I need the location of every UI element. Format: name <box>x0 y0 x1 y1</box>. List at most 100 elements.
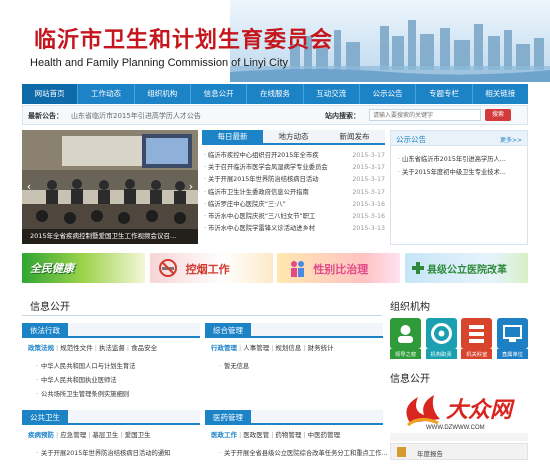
list-item[interactable]: 关于开展2015年世界防治结核病日活动的通知 <box>36 447 170 461</box>
panel-tab[interactable]: 公共卫生 <box>22 410 68 425</box>
subnav-item[interactable]: 财务统计 <box>308 344 334 352</box>
org-link-label: 领导之窗 <box>394 352 417 358</box>
announcement-more-link[interactable]: 更多>> <box>500 135 522 144</box>
list-item[interactable]: 中华人民共和国人口与计划生育法 <box>36 360 135 374</box>
announcement-title: 公示公告 <box>396 135 426 144</box>
document-icon <box>397 447 406 457</box>
panel-header: 依法行政 <box>22 323 200 338</box>
list-item[interactable]: 关于召开临沂市医学会风湿病学专业委员会 2015-3-17 <box>204 162 385 174</box>
list-item[interactable]: 临沂市疾控中心组织召开2015年全市疾 2015-3-17 <box>204 150 385 162</box>
annual-report-label: 年度报告 <box>417 450 443 458</box>
search-button[interactable]: 搜索 <box>485 109 511 121</box>
search-input[interactable] <box>369 109 481 121</box>
news-title[interactable]: 临沂市疾控中心组织召开2015年全市疾 <box>204 150 338 162</box>
subnav-item[interactable]: 行政管理 <box>211 344 237 352</box>
nav-item-organization[interactable]: 组织机构 <box>135 84 191 104</box>
org-link-label: 机构职责 <box>430 352 452 358</box>
org-link-leaders[interactable]: 领导之窗 <box>390 318 421 360</box>
panel-tab[interactable]: 依法行政 <box>22 323 68 338</box>
photo-prev-arrow-icon[interactable]: ‹ <box>24 180 34 194</box>
nav-item-work-news[interactable]: 工作动态 <box>78 84 135 104</box>
subnav-item[interactable]: 医政医管 <box>243 431 269 439</box>
photo-caption[interactable]: 2015年全省疾病控制暨爱国卫生工作视频会议召... <box>22 229 198 244</box>
panel-header: 综合管理 <box>205 323 383 338</box>
site-subtitle: Health and Family Planning Commission of… <box>30 57 288 69</box>
nav-item-info-public[interactable]: 信息公开 <box>191 84 248 104</box>
panel-medicine-mgmt: 医药管理 医政工作|医政医管|药物管理|中医药管理 关于开展全省县级公立医院综合… <box>205 410 387 464</box>
panel-public-health: 公共卫生 疾病预防|应急管理|基层卫生|爱国卫生 关于开展2015年世界防治结核… <box>22 410 200 464</box>
nav-item-online-service[interactable]: 在线服务 <box>247 84 304 104</box>
dzwww-url: WWW.DZWWW.COM <box>426 425 485 431</box>
subnav-item[interactable]: 执法监督 <box>99 344 125 352</box>
subnav-item[interactable]: 爱国卫生 <box>125 431 151 439</box>
panel-subnav: 医政工作 | 医政医管 | 药物管理 | 中医药管理 <box>211 431 341 439</box>
spacer-box <box>390 433 528 441</box>
duties-icon <box>425 318 457 349</box>
list-item[interactable]: 关于开展2015年世界防治结核病日活动 2015-3-17 <box>204 174 385 186</box>
list-item[interactable]: 关于2015年度初中级卫生专业技术... <box>398 166 524 179</box>
list-item[interactable]: 中华人民共和国执业医师法 <box>36 374 135 388</box>
leaders-icon <box>390 318 421 349</box>
banner-national-health[interactable]: 全民健康 <box>22 253 145 283</box>
news-list: 临沂市疾控中心组织召开2015年全市疾 2015-3-17 关于召开临沂市医学会风… <box>204 150 385 235</box>
org-quick-links: 领导之窗 机构职责 机关科室 直属单位 <box>390 318 528 360</box>
panel-tab[interactable]: 医药管理 <box>205 410 251 425</box>
panel-header: 公共卫生 <box>22 410 200 425</box>
news-title[interactable]: 关于开展2015年世界防治结核病日活动 <box>204 174 338 186</box>
tab-daily-latest[interactable]: 每日最新 <box>202 130 263 143</box>
annual-report-link[interactable]: 年度报告 <box>390 443 528 460</box>
list-item[interactable]: 市沂水中心医院庆祝“三八妇女节”职工 2015-3-16 <box>204 211 385 223</box>
news-title[interactable]: 市沂水中心医院庆祝“三八妇女节”职工 <box>204 211 338 223</box>
tab-press-release[interactable]: 新闻发布 <box>324 130 385 143</box>
banner-gender-ratio[interactable]: 性别比治理 <box>277 253 401 283</box>
photo-next-arrow-icon[interactable]: › <box>186 180 196 194</box>
subnav-item[interactable]: 基层卫生 <box>92 431 118 439</box>
subnav-item[interactable]: 应急管理 <box>60 431 86 439</box>
panel-tab[interactable]: 综合管理 <box>205 323 251 338</box>
subnav-item[interactable]: 食品安全 <box>131 344 157 352</box>
org-link-departments[interactable]: 机关科室 <box>461 318 493 360</box>
banner-label: 性别比治理 <box>313 263 369 276</box>
banner-county-hospital-reform[interactable]: 县级公立医院改革 <box>404 253 528 283</box>
subnav-item[interactable]: 疾病预防 <box>28 431 54 439</box>
list-item[interactable]: 山东省临沂市2015年引进高学历人... <box>398 153 524 166</box>
news-date: 2015-3-17 <box>352 152 385 159</box>
latest-notice-link[interactable]: 山东省临沂市2015年引进高学历人才公告 <box>71 111 201 121</box>
nav-item-topics[interactable]: 专题专栏 <box>416 84 473 104</box>
list-item[interactable]: 临沂罗庄中心医院庆“三·八” 2015-3-16 <box>204 199 385 211</box>
subnav-item[interactable]: 人事管理 <box>243 344 269 352</box>
nav-item-home[interactable]: 网站首页 <box>22 84 79 104</box>
nav-item-interaction[interactable]: 互动交流 <box>304 84 360 104</box>
info-public-side-title: 信息公开 <box>390 374 430 385</box>
subnav-item[interactable]: 中医药管理 <box>308 431 341 439</box>
announcement-list: 山东省临沂市2015年引进高学历人... 关于2015年度初中级卫生专业技术..… <box>398 153 524 179</box>
news-date: 2015-3-17 <box>352 164 385 172</box>
org-link-duties[interactable]: 机构职责 <box>425 318 457 360</box>
banner-tobacco-control[interactable]: 控烟工作 <box>149 253 273 283</box>
section-title: 信息公开 <box>30 302 70 313</box>
site-title: 临沂市卫生和计划生育委员会 <box>34 28 334 53</box>
subnav-item[interactable]: 规划信息 <box>275 344 301 352</box>
news-photo-slider[interactable]: ‹ › 2015年全省疾病控制暨爱国卫生工作视频会议召... <box>22 130 198 244</box>
list-item[interactable]: 关于开展全省县级公立医院综合改革任务分工和重点工作... <box>219 447 387 461</box>
subnav-item[interactable]: 医政工作 <box>211 431 237 439</box>
subnav-item[interactable]: 规范性文件 <box>60 344 93 352</box>
nav-item-links[interactable]: 相关链接 <box>473 84 528 104</box>
news-title[interactable]: 临沂市卫生计生委政府信息公开指南 <box>204 187 338 199</box>
list-item[interactable]: 公共场所卫生管理条例实施细则 <box>36 388 135 402</box>
nav-item-notices[interactable]: 公示公告 <box>360 84 417 104</box>
family-icon <box>291 261 305 277</box>
news-title[interactable]: 临沂罗庄中心医院庆“三·八” <box>204 199 338 211</box>
news-date: 2015-3-13 <box>352 225 385 233</box>
panel-subnav: 行政管理 | 人事管理 | 规划信息 | 财务统计 <box>211 344 334 352</box>
news-title[interactable]: 关于召开临沂市医学会风湿病学专业委员会 <box>204 162 338 174</box>
subnav-item[interactable]: 药物管理 <box>275 431 301 439</box>
news-title[interactable]: 市沂水中心医院学雷锋义诊活动进乡村 <box>204 223 338 235</box>
org-link-affiliates[interactable]: 直属单位 <box>496 318 528 360</box>
latest-notice-bar: 最新公告： 山东省临沂市2015年引进高学历人才公告 站内搜索： 搜索 <box>22 105 528 125</box>
list-item[interactable]: 市沂水中心医院学雷锋义诊活动进乡村 2015-3-13 <box>204 223 385 235</box>
tab-local-news[interactable]: 地方动态 <box>263 130 324 143</box>
news-date: 2015-3-17 <box>352 188 385 196</box>
list-item[interactable]: 临沂市卫生计生委政府信息公开指南 2015-3-17 <box>204 187 385 199</box>
subnav-item[interactable]: 政策法规 <box>28 344 54 352</box>
